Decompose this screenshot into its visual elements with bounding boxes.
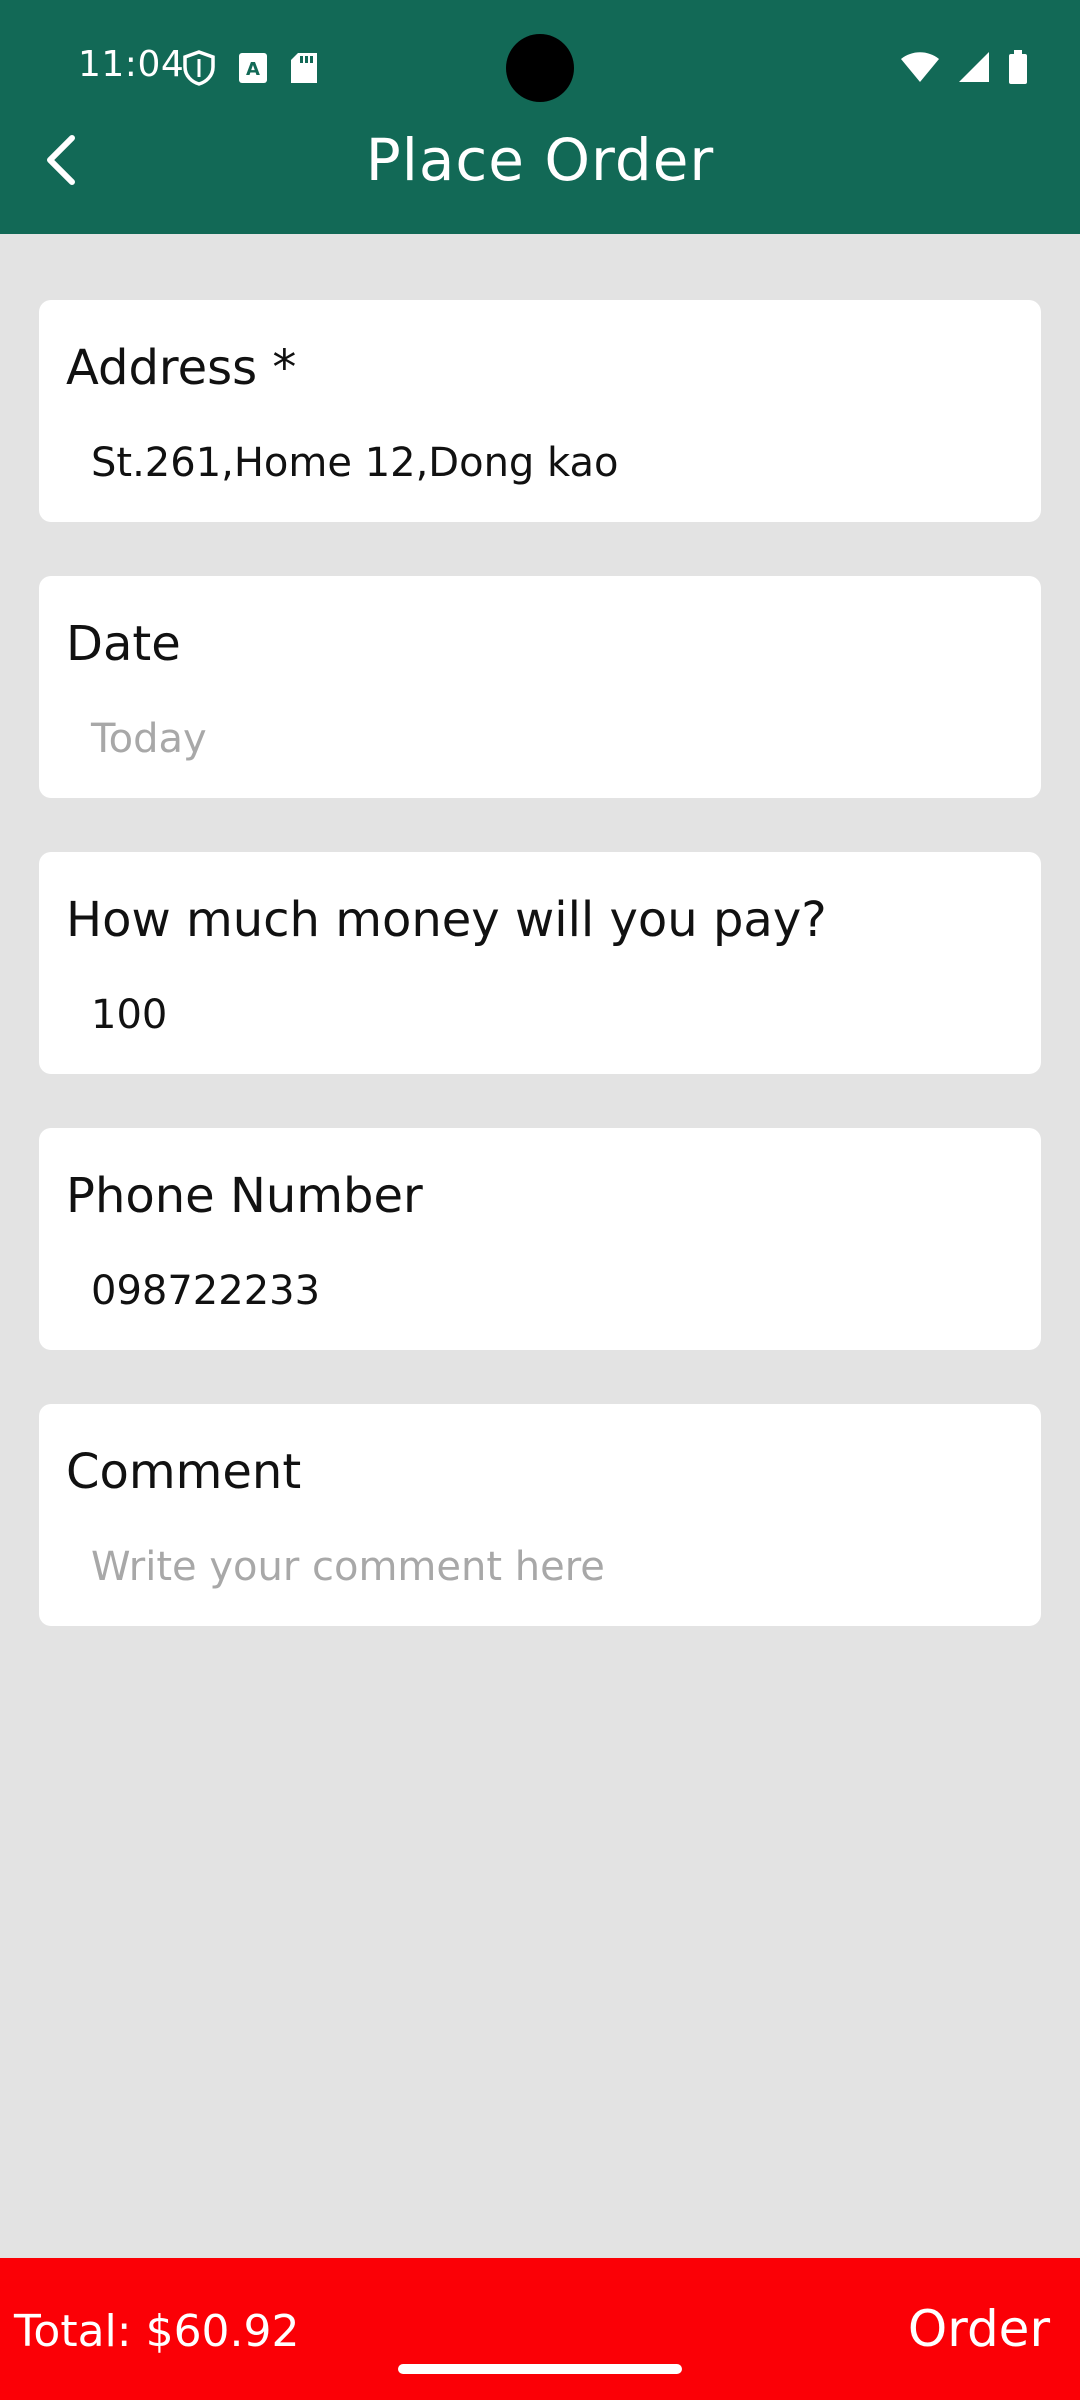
order-button[interactable]: Order [908, 2300, 1050, 2358]
comment-input[interactable]: Write your comment here [91, 1544, 991, 1590]
address-input[interactable]: St.261,Home 12,Dong kao [91, 440, 991, 486]
payment-label: How much money will you pay? [66, 892, 827, 948]
order-form: Address * St.261,Home 12,Dong kao Date T… [39, 300, 1041, 1680]
battery-icon [1009, 50, 1027, 84]
svg-text:A: A [246, 59, 260, 80]
status-icons-left: A [182, 50, 318, 86]
address-card: Address * St.261,Home 12,Dong kao [39, 300, 1041, 522]
page-title: Place Order [365, 126, 715, 194]
home-indicator[interactable] [398, 2364, 682, 2374]
status-bar: 11:04 A [0, 0, 1080, 132]
a-keyboard-icon: A [239, 53, 267, 83]
payment-input[interactable]: 100 [91, 992, 991, 1038]
phone-input[interactable]: 098722233 [91, 1268, 991, 1314]
status-icons-right [900, 50, 1028, 84]
order-total: Total: $60.92 [14, 2306, 300, 2357]
address-label: Address * [66, 340, 297, 396]
signal-icon [959, 52, 989, 82]
wifi-icon [901, 52, 939, 82]
date-label: Date [66, 616, 181, 672]
phone-card: Phone Number 098722233 [39, 1128, 1041, 1350]
date-card: Date Today [39, 576, 1041, 798]
shield-icon [183, 50, 215, 86]
status-time: 11:04 [78, 44, 185, 85]
header: 11:04 A Place Order [0, 0, 1080, 234]
phone-label: Phone Number [66, 1168, 423, 1224]
comment-label: Comment [66, 1444, 302, 1500]
sd-card-icon [291, 53, 317, 83]
payment-card: How much money will you pay? 100 [39, 852, 1041, 1074]
camera-cutout [506, 34, 574, 102]
place-order-screen: 11:04 A Place Order Address * St.261,Hom… [0, 0, 1080, 2400]
date-input[interactable]: Today [91, 716, 991, 762]
bottom-bar: Total: $60.92 Order [0, 2258, 1080, 2400]
comment-card: Comment Write your comment here [39, 1404, 1041, 1626]
